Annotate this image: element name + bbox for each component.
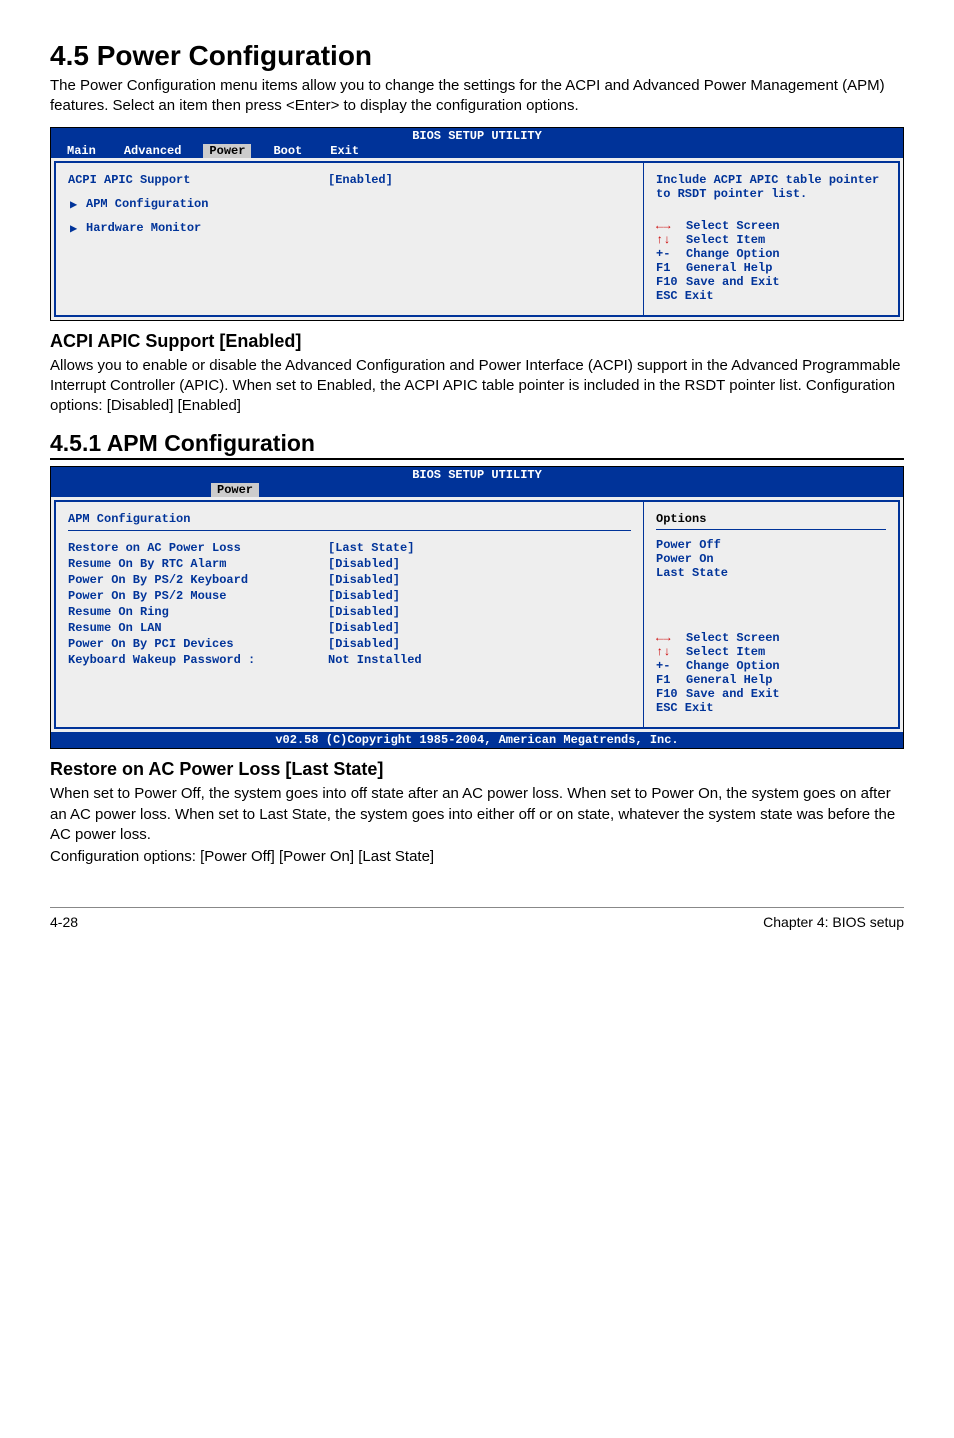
section-title: 4.5 Power Configuration [50,40,904,72]
item-label: Power On By PCI Devices [68,637,328,651]
select-screen-label: Select Screen [686,219,780,233]
hardware-monitor-label: Hardware Monitor [86,221,201,235]
option-item: Power On [656,552,886,566]
f10-icon: F10 [656,275,680,289]
item-label: Power On By PS/2 Mouse [68,589,328,603]
section-intro: The Power Configuration menu items allow… [50,76,904,117]
bios2-help-keys: ←→ Select Screen ↑↓ Select Item +- Change O… [656,631,886,715]
item-label: Restore on AC Power Loss [68,541,328,555]
save-exit-label: Save and Exit [686,687,780,701]
f1-icon: F1 [656,261,680,275]
bios1-header: BIOS SETUP UTILITY [51,128,903,144]
item-value: [Disabled] [328,621,400,635]
item-value: Not Installed [328,653,422,667]
item-label: Resume On Ring [68,605,328,619]
arrow-icon: ▶ [70,221,77,236]
arrows-v-icon: ↑↓ [656,233,680,247]
item-value: [Disabled] [328,605,400,619]
select-item-label: Select Item [686,233,765,247]
item-value: [Last State] [328,541,414,555]
tab-exit: Exit [324,144,365,158]
arrow-icon: ▶ [70,197,77,212]
bios-window-2: BIOS SETUP UTILITY Power APM Configurati… [50,466,904,749]
bios1-right-pane: Include ACPI APIC table pointer to RSDT … [644,163,898,315]
save-exit-label: Save and Exit [686,275,780,289]
page-footer: 4-28 Chapter 4: BIOS setup [50,907,904,930]
arrows-h-icon: ←→ [656,631,680,645]
bios2-right-pane: Options Power Off Power On Last State ←→… [644,502,898,727]
esc-exit-label: ESC Exit [656,701,714,715]
chapter-label: Chapter 4: BIOS setup [763,914,904,930]
f1-icon: F1 [656,673,680,687]
item-value: [Disabled] [328,637,400,651]
bios1-help-text: Include ACPI APIC table pointer to RSDT … [656,173,886,201]
restore-config: Configuration options: [Power Off] [Powe… [50,847,904,867]
general-help-label: General Help [686,261,772,275]
apm-config-label: APM Configuration [86,197,208,211]
change-option-label: Change Option [686,659,780,673]
page-number: 4-28 [50,914,78,930]
apm-config-title: APM Configuration [68,512,631,531]
options-header: Options [656,512,886,530]
select-screen-label: Select Screen [686,631,780,645]
bios2-left-pane: APM Configuration Restore on AC Power Lo… [56,502,644,727]
restore-body: When set to Power Off, the system goes i… [50,784,904,845]
general-help-label: General Help [686,673,772,687]
item-label: Resume On By RTC Alarm [68,557,328,571]
restore-heading: Restore on AC Power Loss [Last State] [50,759,904,780]
plusminus-icon: +- [656,247,680,261]
bios1-left-pane: ACPI APIC Support [Enabled] ▶ APM Config… [56,163,644,315]
bios2-header: BIOS SETUP UTILITY [51,467,903,483]
item-value: [Disabled] [328,573,400,587]
tab-boot: Boot [267,144,308,158]
bios-window-1: BIOS SETUP UTILITY Main Advanced Power B… [50,127,904,321]
tab-power: Power [203,144,251,158]
apm-heading: 4.5.1 APM Configuration [50,430,904,460]
tab-advanced: Advanced [118,144,188,158]
plusminus-icon: +- [656,659,680,673]
item-value: [Disabled] [328,557,400,571]
option-item: Power Off [656,538,886,552]
f10-icon: F10 [656,687,680,701]
acpi-apic-label: ACPI APIC Support [68,173,328,187]
bios1-help-keys: ←→ Select Screen ↑↓ Select Item +- Change O… [656,219,886,303]
acpi-body: Allows you to enable or disable the Adva… [50,356,904,417]
acpi-apic-value: [Enabled] [328,173,393,187]
tab-main: Main [61,144,102,158]
acpi-heading: ACPI APIC Support [Enabled] [50,331,904,352]
option-item: Last State [656,566,886,580]
arrows-v-icon: ↑↓ [656,645,680,659]
item-label: Keyboard Wakeup Password : [68,653,328,667]
bios2-footer: v02.58 (C)Copyright 1985-2004, American … [51,732,903,748]
select-item-label: Select Item [686,645,765,659]
bios1-tabs: Main Advanced Power Boot Exit [51,144,903,158]
bios2-tabs: Power [51,483,903,497]
tab-power-2: Power [211,483,259,497]
item-label: Resume On LAN [68,621,328,635]
change-option-label: Change Option [686,247,780,261]
item-label: Power On By PS/2 Keyboard [68,573,328,587]
item-value: [Disabled] [328,589,400,603]
arrows-h-icon: ←→ [656,219,680,233]
esc-exit-label: ESC Exit [656,289,714,303]
